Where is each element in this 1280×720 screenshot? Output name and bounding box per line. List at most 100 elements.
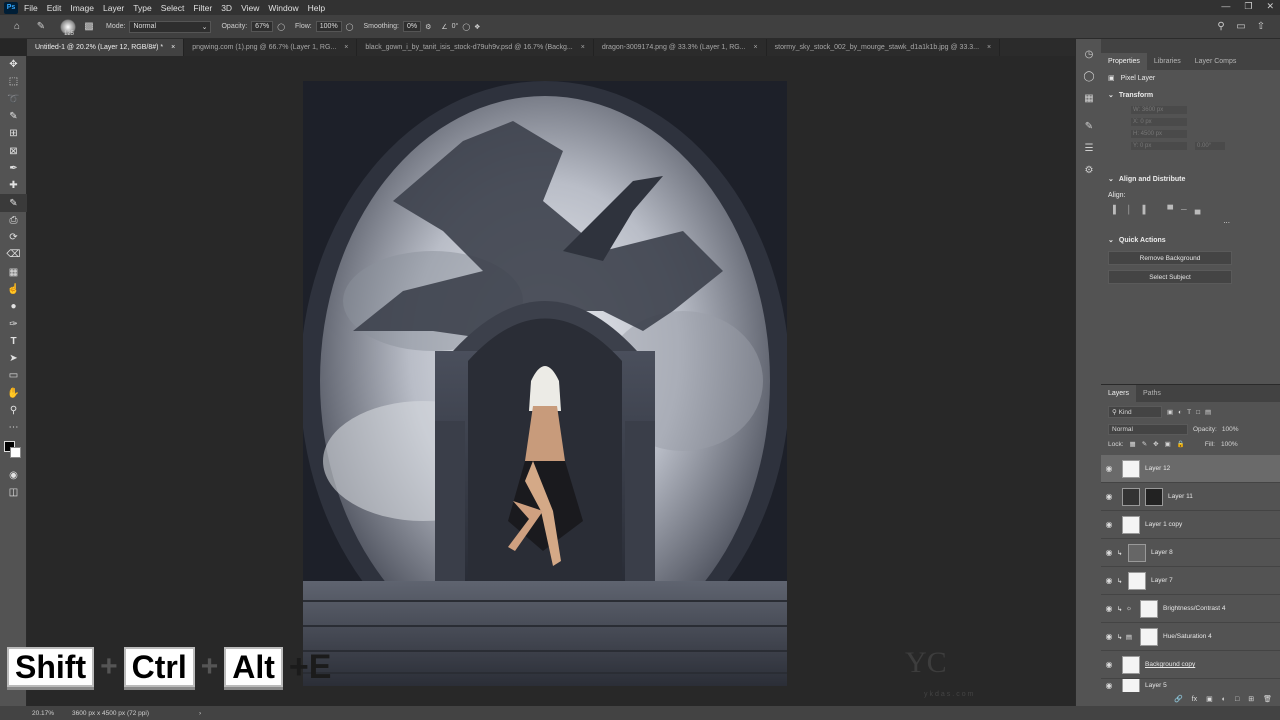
- brush-tool-icon[interactable]: ✎: [0, 194, 27, 212]
- adjustment-layer-icon[interactable]: ◐: [1222, 696, 1226, 703]
- menu-edit[interactable]: Edit: [47, 3, 62, 13]
- quick-actions-header[interactable]: ⌄ Quick Actions: [1101, 231, 1280, 249]
- path-select-tool-icon[interactable]: ➤: [0, 350, 27, 367]
- zoom-tool-icon[interactable]: ⚲: [0, 402, 27, 419]
- more-tools-icon[interactable]: ⋯: [0, 419, 27, 436]
- mode-select[interactable]: Normal ⌄: [129, 20, 212, 33]
- layer-row[interactable]: ◉ ↳ ▤ Hue/Saturation 4: [1101, 623, 1280, 651]
- eraser-tool-icon[interactable]: ⌫: [0, 246, 27, 263]
- eye-icon[interactable]: ◉: [1101, 681, 1117, 690]
- brush-tool-icon[interactable]: ✎: [34, 20, 48, 34]
- close-icon[interactable]: ×: [344, 44, 348, 51]
- menu-filter[interactable]: Filter: [193, 3, 212, 13]
- flow-field[interactable]: 100%: [315, 21, 342, 32]
- adjustments-icon[interactable]: ☰: [1076, 137, 1102, 159]
- lock-paint-icon[interactable]: ✎: [1142, 440, 1147, 448]
- tab-libraries[interactable]: Libraries: [1147, 53, 1188, 70]
- swatches-icon[interactable]: ▦: [1076, 87, 1102, 109]
- gear-icon[interactable]: ⚙: [425, 23, 431, 31]
- filter-pixel-icon[interactable]: ▣: [1167, 408, 1173, 416]
- restore-icon[interactable]: ❐: [1244, 1, 1252, 12]
- stamp-tool-icon[interactable]: ⎙: [0, 212, 27, 229]
- lock-pixels-icon[interactable]: ▦: [1130, 440, 1136, 448]
- canvas-area[interactable]: YC ykdas.com: [27, 56, 1075, 706]
- pen-tool-icon[interactable]: ✑: [0, 315, 27, 332]
- 3d-icon[interactable]: ◯: [1076, 65, 1102, 87]
- menu-help[interactable]: Help: [308, 3, 325, 13]
- eye-icon[interactable]: ◉: [1101, 632, 1117, 641]
- blend-mode-select[interactable]: Normal: [1108, 424, 1188, 435]
- angle-value[interactable]: 0°: [452, 23, 459, 30]
- link-icon[interactable]: 🔗: [1174, 695, 1183, 703]
- layer-row[interactable]: ◉ ↳ Layer 7: [1101, 567, 1280, 595]
- menu-select[interactable]: Select: [161, 3, 185, 13]
- align-right-icon[interactable]: ▐: [1140, 205, 1146, 214]
- layer-row[interactable]: ◉ ↳ Layer 8: [1101, 539, 1280, 567]
- select-subject-button[interactable]: Select Subject: [1108, 270, 1232, 284]
- menu-type[interactable]: Type: [133, 3, 151, 13]
- hand-tool-icon[interactable]: ✋: [0, 385, 27, 402]
- align-center-icon[interactable]: │: [1127, 205, 1132, 214]
- layer-row[interactable]: ◉ Layer 5: [1101, 679, 1280, 693]
- angle-field[interactable]: 0.00°: [1195, 142, 1225, 150]
- history-icon[interactable]: ◷: [1076, 43, 1102, 65]
- tab-layers[interactable]: Layers: [1101, 385, 1137, 402]
- document-canvas[interactable]: [303, 81, 787, 686]
- layer-row[interactable]: ◉ Layer 1 copy: [1101, 511, 1280, 539]
- brush-settings-icon[interactable]: ▩: [82, 20, 96, 34]
- smoothing-field[interactable]: 0%: [402, 21, 422, 32]
- background-color-swatch[interactable]: [10, 446, 21, 458]
- menu-layer[interactable]: Layer: [103, 3, 124, 13]
- lasso-tool-icon[interactable]: ➰: [0, 91, 27, 108]
- pressure-size-icon[interactable]: ◯: [462, 23, 470, 31]
- align-left-icon[interactable]: ▌: [1113, 205, 1119, 214]
- menu-window[interactable]: Window: [268, 3, 298, 13]
- height-field[interactable]: H: 4500 px: [1131, 130, 1187, 138]
- zoom-level[interactable]: 20.17%: [32, 710, 54, 717]
- screen-mode-icon[interactable]: ◫: [0, 484, 27, 501]
- opacity-field[interactable]: 67%: [251, 21, 274, 32]
- quick-mask-icon[interactable]: ◉: [0, 467, 27, 484]
- filter-smart-icon[interactable]: ▤: [1205, 408, 1211, 416]
- shape-tool-icon[interactable]: ▭: [0, 367, 27, 384]
- tab-stormy-sky[interactable]: stormy_sky_stock_002_by_mourge_stawk_d1a…: [767, 39, 1001, 56]
- close-icon[interactable]: ×: [987, 44, 991, 51]
- smudge-tool-icon[interactable]: ☝: [0, 281, 27, 298]
- more-options[interactable]: ...: [1101, 216, 1280, 225]
- home-icon[interactable]: ⌂: [10, 20, 24, 34]
- tab-pngwing[interactable]: pngwing.com (1).png @ 66.7% (Layer 1, RG…: [184, 39, 358, 56]
- align-middle-icon[interactable]: ─: [1181, 205, 1187, 214]
- group-icon[interactable]: □: [1235, 696, 1239, 703]
- tab-properties[interactable]: Properties: [1101, 53, 1147, 70]
- align-top-icon[interactable]: ▀: [1167, 205, 1173, 214]
- brush-panel-icon[interactable]: ✎: [1076, 115, 1102, 137]
- eye-icon[interactable]: ◉: [1101, 520, 1117, 529]
- fill-field[interactable]: 100%: [1221, 441, 1238, 448]
- tab-untitled-1[interactable]: Untitled-1 @ 20.2% (Layer 12, RGB/8#) * ×: [27, 39, 185, 56]
- dodge-tool-icon[interactable]: ●: [0, 298, 27, 315]
- close-icon[interactable]: ✕: [1266, 1, 1274, 12]
- remove-background-button[interactable]: Remove Background: [1108, 251, 1232, 265]
- tab-layer-comps[interactable]: Layer Comps: [1188, 53, 1244, 70]
- plugins-icon[interactable]: ⚙: [1076, 159, 1102, 181]
- new-layer-icon[interactable]: ⊞: [1248, 695, 1254, 703]
- eye-icon[interactable]: ◉: [1101, 576, 1117, 585]
- lock-position-icon[interactable]: ✥: [1153, 440, 1158, 448]
- filter-shape-icon[interactable]: □: [1196, 409, 1200, 416]
- layer-row[interactable]: ◉ Background copy: [1101, 651, 1280, 679]
- frame-tool-icon[interactable]: ⊠: [0, 142, 27, 159]
- eye-icon[interactable]: ◉: [1101, 492, 1117, 501]
- minimize-icon[interactable]: —: [1221, 1, 1230, 12]
- pressure-opacity-icon[interactable]: ◯: [277, 23, 285, 31]
- eye-icon[interactable]: ◉: [1101, 660, 1117, 669]
- workspace-icon[interactable]: ▭: [1234, 20, 1248, 34]
- airbrush-icon[interactable]: ◯: [346, 23, 354, 31]
- menu-view[interactable]: View: [241, 3, 259, 13]
- layer-row[interactable]: ◉ Layer 11: [1101, 483, 1280, 511]
- fx-icon[interactable]: fx: [1192, 696, 1197, 703]
- layer-row[interactable]: ◉ Layer 12: [1101, 455, 1280, 483]
- tab-dragon[interactable]: dragon-3009174.png @ 33.3% (Layer 1, RG.…: [594, 39, 767, 56]
- lock-all-icon[interactable]: 🔒: [1177, 440, 1185, 448]
- healing-tool-icon[interactable]: ✚: [0, 177, 27, 194]
- trash-icon[interactable]: 🗑: [1263, 695, 1272, 703]
